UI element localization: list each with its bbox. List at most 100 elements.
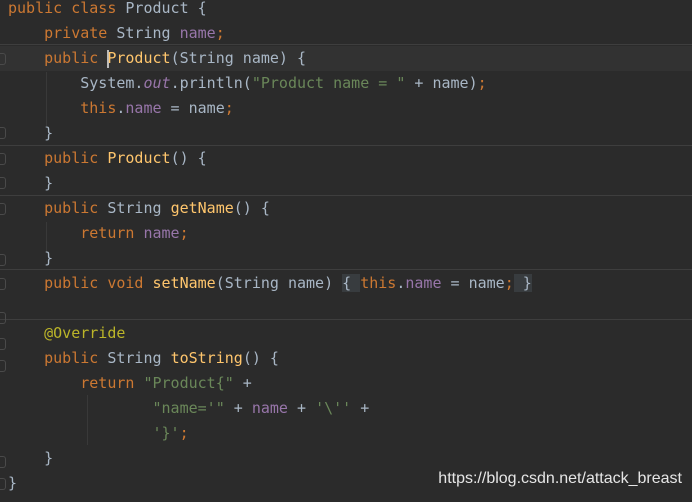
keyword-token: ;: [179, 224, 189, 242]
code-line[interactable]: return "Product{" +: [0, 371, 692, 396]
field-token: name: [405, 274, 442, 292]
code-content: }: [8, 171, 53, 196]
fold-marker-icon[interactable]: [0, 360, 6, 372]
code-text: = name: [441, 274, 505, 292]
field-token: name: [251, 399, 288, 417]
code-text: () {: [242, 349, 279, 367]
code-content: public String getName() {: [8, 196, 270, 221]
code-line[interactable]: public String getName() {: [0, 196, 692, 221]
folded-region-marker[interactable]: {: [342, 274, 361, 292]
code-line[interactable]: return name;: [0, 221, 692, 246]
code-content: }: [8, 471, 17, 496]
code-text: () {: [170, 149, 207, 167]
code-content: }: [8, 246, 53, 271]
keyword-token: ;: [504, 274, 514, 292]
method-name-token: getName: [170, 199, 234, 217]
code-line[interactable]: }: [0, 121, 692, 146]
fold-marker-icon[interactable]: [0, 478, 6, 490]
keyword-token: public class: [8, 0, 126, 17]
code-text: () {: [233, 199, 270, 217]
code-line[interactable]: public void setName(String name) { this.…: [0, 271, 692, 296]
code-line[interactable]: @Override: [0, 321, 692, 346]
code-text: +: [351, 399, 370, 417]
code-text: Product {: [125, 0, 207, 17]
fold-marker-icon[interactable]: [0, 338, 6, 350]
code-line[interactable]: }: [0, 171, 692, 196]
code-content: return "Product{" +: [8, 371, 252, 396]
code-line[interactable]: "name='" + name + '\'' +: [0, 396, 692, 421]
method-name-token: toString: [170, 349, 243, 367]
keyword-token: ;: [224, 99, 234, 117]
method-name-token: setName: [152, 274, 216, 292]
code-line-current[interactable]: public Product(String name) {: [0, 46, 692, 71]
code-content: return name;: [8, 221, 189, 246]
code-content: this.name = name;: [8, 96, 234, 121]
code-content: public class Product {: [8, 0, 207, 21]
fold-marker-icon[interactable]: [0, 127, 6, 139]
code-content: public Product(String name) {: [8, 46, 306, 71]
keyword-token: this: [8, 99, 117, 117]
fold-marker-icon[interactable]: [0, 278, 6, 290]
annotation-token: @Override: [8, 324, 126, 342]
code-text: }: [8, 174, 54, 192]
code-line[interactable]: System.out.println("Product name = " + n…: [0, 71, 692, 96]
code-line[interactable]: '}';: [0, 421, 692, 446]
keyword-token: public void: [8, 274, 153, 292]
keyword-token: public: [8, 149, 108, 167]
keyword-token: public: [8, 349, 108, 367]
keyword-token: ;: [477, 74, 487, 92]
string-token: '\'': [315, 399, 352, 417]
code-line[interactable]: private String name;: [0, 21, 692, 46]
string-token: "Product{": [143, 374, 234, 392]
keyword-token: public: [8, 49, 108, 67]
code-content: '}';: [8, 421, 188, 446]
code-content: @Override: [8, 321, 125, 346]
keyword-token: private: [8, 24, 117, 42]
code-text: }: [8, 124, 54, 142]
keyword-token: ;: [215, 24, 225, 42]
code-editor[interactable]: public class Product { private String na…: [0, 0, 692, 502]
code-text: }: [8, 449, 54, 467]
code-text: String: [107, 349, 171, 367]
keyword-token: this: [360, 274, 397, 292]
code-content: System.out.println("Product name = " + n…: [8, 71, 487, 96]
code-text: +: [233, 374, 252, 392]
fold-marker-icon[interactable]: [0, 53, 6, 65]
code-line[interactable]: [0, 296, 692, 321]
fold-marker-icon[interactable]: [0, 312, 6, 324]
code-text: }: [8, 249, 54, 267]
code-text: = name: [161, 99, 225, 117]
field-token: name: [125, 99, 162, 117]
code-content: public void setName(String name) { this.…: [8, 271, 532, 296]
keyword-token: return: [8, 374, 144, 392]
keyword-token: public: [8, 199, 108, 217]
code-text: + name): [405, 74, 478, 92]
code-line[interactable]: public String toString() {: [0, 346, 692, 371]
method-name-token: Product: [107, 149, 171, 167]
string-token: '}': [8, 424, 180, 442]
fold-marker-icon[interactable]: [0, 153, 6, 165]
code-text: }: [8, 474, 18, 492]
watermark-url: https://blog.csdn.net/attack_breast: [438, 470, 682, 487]
static-field-token: out: [143, 74, 171, 92]
code-text: .println(: [170, 74, 252, 92]
string-token: "name='": [8, 399, 225, 417]
fold-marker-icon[interactable]: [0, 203, 6, 215]
code-content: private String name;: [8, 21, 225, 46]
folded-region-marker[interactable]: }: [513, 274, 532, 292]
code-content: }: [8, 446, 53, 471]
fold-marker-icon[interactable]: [0, 177, 6, 189]
code-text: +: [224, 399, 252, 417]
fold-marker-icon[interactable]: [0, 456, 6, 468]
fold-marker-icon[interactable]: [0, 254, 6, 266]
code-content: public String toString() {: [8, 346, 279, 371]
code-line[interactable]: this.name = name;: [0, 96, 692, 121]
keyword-token: return: [8, 224, 144, 242]
code-line[interactable]: public Product() {: [0, 146, 692, 171]
code-text: String: [116, 24, 180, 42]
code-content: "name='" + name + '\'' +: [8, 396, 369, 421]
field-token: name: [143, 224, 180, 242]
code-line[interactable]: }: [0, 246, 692, 271]
code-line[interactable]: public class Product {: [0, 0, 692, 21]
code-line[interactable]: }: [0, 446, 692, 471]
